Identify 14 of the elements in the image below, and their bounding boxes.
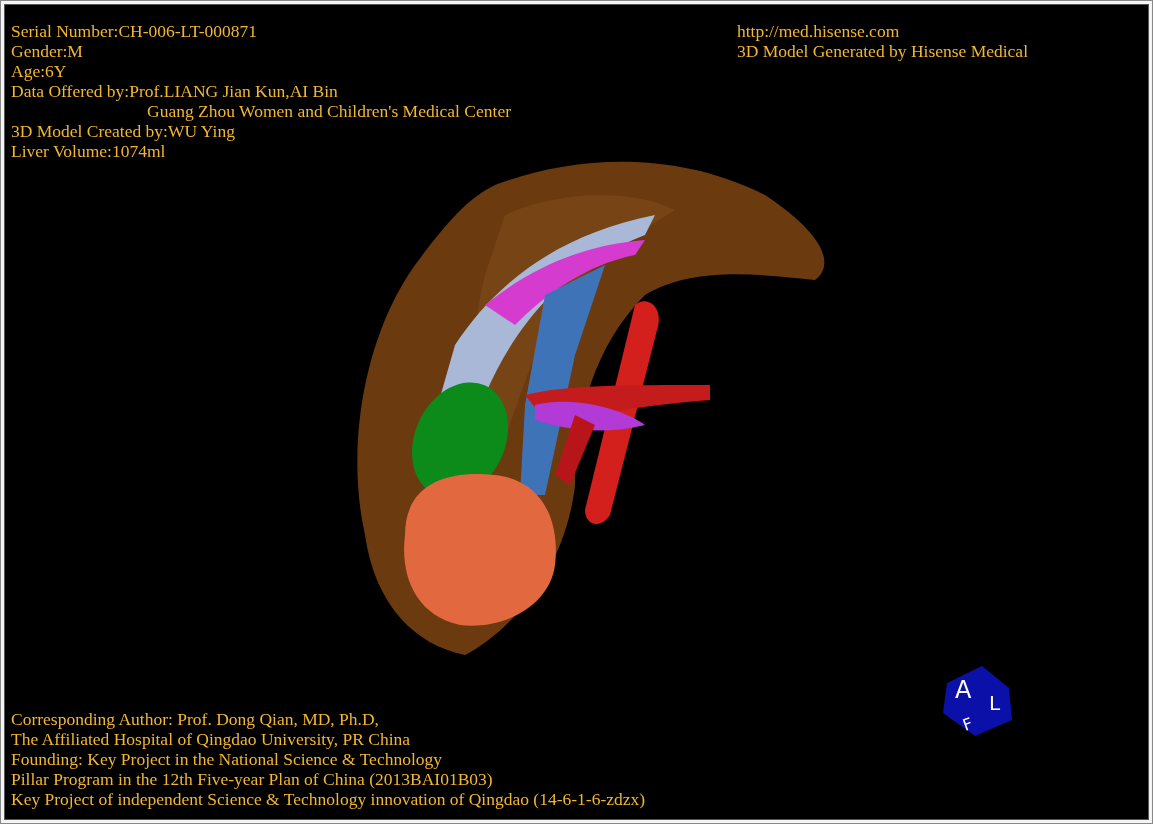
info-text: Data Offered by:Prof.LIANG Jian Kun,AI Bin (11, 81, 338, 101)
credit-text: Pillar Program in the 12th Five-year Plan of China (2013BAI01B03) (11, 769, 493, 789)
credit-text: Corresponding Author: Prof. Dong Qian, MD, Ph.D, (11, 709, 379, 729)
info-text: Gender:M (11, 41, 83, 61)
info-text: Age:6Y (11, 61, 67, 81)
info-text: Guang Zhou Women and Children's Medical Center (146, 101, 511, 121)
info-text: http://med.hisense.com (736, 21, 900, 41)
info-text: 3D Model Created by:WU Ying (11, 121, 235, 141)
credit-text: Key Project of independent Science & Technology innovation of Qingdao (14-6-1-6-zdzx) (11, 789, 646, 809)
credit-text: Founding: Key Project in the National Science & Technology (11, 749, 442, 769)
info-text: Liver Volume:1074ml (11, 141, 166, 161)
info-text: Serial Number:CH-006-LT-000871 (11, 21, 258, 41)
info-text: 3D Model Generated by Hisense Medical (736, 41, 1028, 61)
credit-text: The Affiliated Hospital of Qingdao University, PR China (11, 729, 411, 749)
